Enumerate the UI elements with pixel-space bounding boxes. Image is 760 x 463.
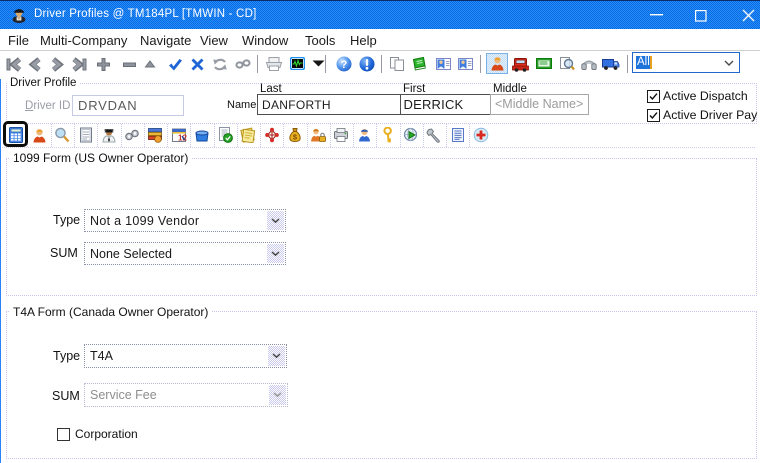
svg-text:?: ?	[341, 59, 348, 71]
